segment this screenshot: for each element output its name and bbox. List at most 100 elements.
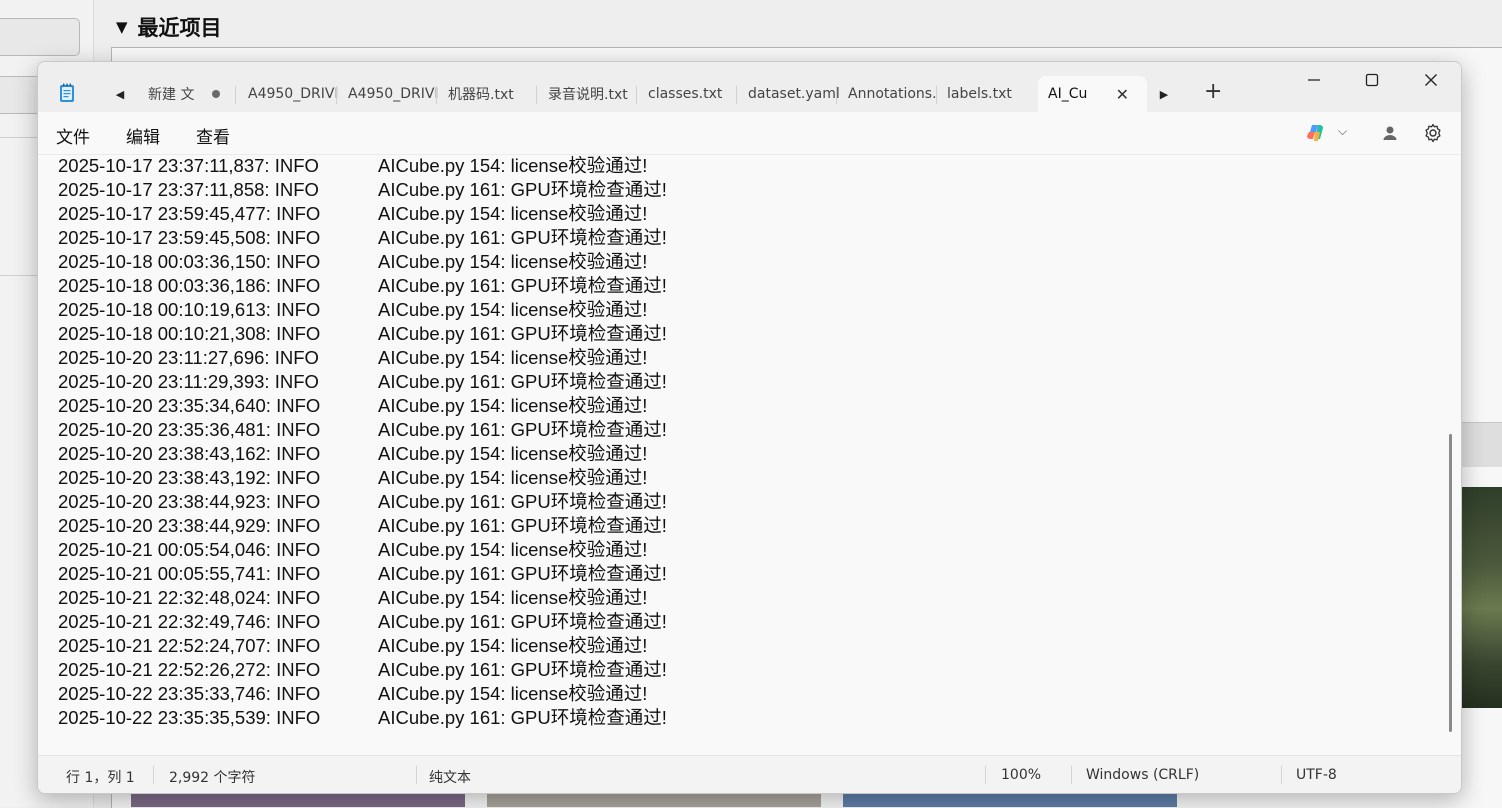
background-thumbnail[interactable]	[487, 792, 821, 807]
log-timestamp: 2025-10-21 22:32:48,024: INFO	[58, 587, 321, 608]
tab-active[interactable]: AI_Cu ✕	[1038, 76, 1147, 112]
log-timestamp: 2025-10-22 23:35:35,539: INFO	[58, 707, 321, 728]
log-timestamp: 2025-10-20 23:35:36,481: INFO	[58, 419, 321, 440]
tab-label: 新建 文	[148, 87, 195, 103]
background-photo-thumbnail[interactable]	[1461, 487, 1502, 708]
log-timestamp: 2025-10-21 00:05:54,046: INFO	[58, 539, 321, 560]
add-tab-button[interactable]: +	[1204, 79, 1222, 104]
tab-separator	[235, 86, 236, 104]
log-message: AICube.py 161: GPU环境检查通过!	[378, 563, 667, 584]
maximize-icon	[1365, 73, 1379, 87]
text-format[interactable]: 纯文本	[429, 767, 471, 787]
log-timestamp: 2025-10-20 23:38:43,192: INFO	[58, 467, 321, 488]
log-message: AICube.py 154: license校验通过!	[378, 467, 648, 488]
tab-separator	[836, 86, 837, 104]
title-bar: ◀ 新建 文 A4950_DRIVI A4950_DRIVI 机器码.txt 录…	[38, 62, 1461, 112]
tab-label: A4950_DRIVI	[348, 86, 439, 102]
recent-projects-title: 最近项目	[137, 16, 222, 40]
tab-separator	[736, 86, 737, 104]
log-timestamp: 2025-10-17 23:37:11,837: INFO	[58, 155, 319, 176]
tab[interactable]: classes.txt	[638, 76, 744, 112]
chevron-left-icon[interactable]: ◀	[106, 82, 134, 106]
close-tab-icon[interactable]: ✕	[1116, 85, 1129, 104]
log-timestamp: 2025-10-17 23:37:11,858: INFO	[58, 179, 319, 200]
background-button[interactable]	[0, 18, 80, 56]
chevron-down-icon[interactable]: ⌵	[1338, 124, 1347, 139]
tab-label: classes.txt	[648, 86, 723, 102]
log-timestamp: 2025-10-20 23:35:34,640: INFO	[58, 395, 321, 416]
gear-icon[interactable]	[1423, 123, 1443, 143]
zoom-level[interactable]: 100%	[1001, 767, 1041, 783]
tab-separator	[536, 86, 537, 104]
tab-label: 机器码.txt	[448, 87, 514, 103]
log-timestamp: 2025-10-18 00:03:36,150: INFO	[58, 251, 321, 272]
status-separator	[1071, 766, 1072, 784]
log-message: AICube.py 154: license校验通过!	[378, 299, 648, 320]
log-message: AICube.py 154: license校验通过!	[378, 395, 648, 416]
menu-edit[interactable]: 编辑	[126, 123, 160, 148]
log-message: AICube.py 161: GPU环境检查通过!	[378, 419, 667, 440]
log-message: AICube.py 161: GPU环境检查通过!	[378, 275, 667, 296]
status-bar: 行 1，列 1 2,992 个字符 纯文本 100% Windows (CRLF…	[38, 755, 1461, 793]
recent-projects-header[interactable]: ▼ 最近项目	[116, 10, 222, 44]
log-message: AICube.py 154: license校验通过!	[378, 635, 648, 656]
tab[interactable]: 机器码.txt	[438, 76, 544, 112]
log-timestamp: 2025-10-21 22:52:26,272: INFO	[58, 659, 321, 680]
log-message: AICube.py 154: license校验通过!	[378, 347, 648, 368]
status-separator	[153, 766, 154, 784]
tab-label: AI_Cu	[1048, 86, 1088, 102]
log-timestamp: 2025-10-20 23:11:29,393: INFO	[58, 371, 319, 392]
tab[interactable]: dataset.yaml	[738, 76, 844, 112]
log-message: AICube.py 161: GPU环境检查通过!	[378, 659, 667, 680]
log-timestamp: 2025-10-18 00:03:36,186: INFO	[58, 275, 321, 296]
status-separator	[1281, 766, 1282, 784]
character-count: 2,992 个字符	[169, 770, 256, 786]
notepad-window: ◀ 新建 文 A4950_DRIVI A4950_DRIVI 机器码.txt 录…	[37, 61, 1462, 794]
background-thumbnail[interactable]	[843, 792, 1177, 807]
tab[interactable]: A4950_DRIVI	[238, 76, 344, 112]
tab[interactable]: A4950_DRIVI	[338, 76, 444, 112]
maximize-button[interactable]	[1343, 62, 1401, 98]
tab-separator	[436, 86, 437, 104]
log-message: AICube.py 154: license校验通过!	[378, 251, 648, 272]
minimize-button[interactable]	[1285, 62, 1343, 98]
cursor-position: 行 1，列 1	[66, 770, 135, 786]
chevron-right-icon[interactable]: ▶	[1150, 82, 1178, 106]
encoding[interactable]: UTF-8	[1296, 767, 1337, 783]
text-editor[interactable]: 2025-10-17 23:37:11,837: INFO AICube.py 1…	[38, 155, 1443, 755]
tab-label: 录音说明.txt	[548, 87, 628, 103]
menu-file[interactable]: 文件	[56, 123, 90, 148]
log-timestamp: 2025-10-20 23:11:27,696: INFO	[58, 347, 319, 368]
tab-label: Annotations.	[848, 86, 937, 102]
log-timestamp: 2025-10-21 22:32:49,746: INFO	[58, 611, 321, 632]
close-icon	[1425, 74, 1437, 86]
background-thumbnail[interactable]	[131, 792, 465, 807]
log-message: AICube.py 161: GPU环境检查通过!	[378, 323, 667, 344]
tab[interactable]: 新建 文	[138, 76, 238, 112]
status-separator	[985, 766, 986, 784]
minimize-icon	[1308, 79, 1320, 81]
notepad-icon	[60, 83, 74, 102]
tab[interactable]: labels.txt	[937, 76, 1043, 112]
user-icon[interactable]	[1381, 124, 1399, 142]
tab-separator	[636, 86, 637, 104]
vertical-scrollbar[interactable]	[1448, 157, 1456, 757]
log-message: AICube.py 161: GPU环境检查通过!	[378, 179, 667, 200]
plus-icon: +	[1204, 79, 1223, 104]
menu-view[interactable]: 查看	[196, 123, 230, 148]
log-message: AICube.py 161: GPU环境检查通过!	[378, 227, 667, 248]
copilot-icon[interactable]	[1306, 123, 1326, 143]
log-message: AICube.py 154: license校验通过!	[378, 155, 648, 176]
scrollbar-thumb[interactable]	[1449, 434, 1452, 732]
menu-bar: 文件 编辑 查看	[38, 112, 1461, 155]
log-message: AICube.py 161: GPU环境检查通过!	[378, 707, 667, 728]
log-timestamp: 2025-10-20 23:38:44,929: INFO	[58, 515, 321, 536]
log-timestamp: 2025-10-20 23:38:43,162: INFO	[58, 443, 321, 464]
log-timestamp: 2025-10-18 00:10:21,308: INFO	[58, 323, 321, 344]
tab[interactable]: 录音说明.txt	[538, 76, 644, 112]
line-ending[interactable]: Windows (CRLF)	[1086, 767, 1199, 783]
log-message: AICube.py 154: license校验通过!	[378, 683, 648, 704]
close-window-button[interactable]	[1402, 62, 1460, 98]
tab[interactable]: Annotations.	[838, 76, 944, 112]
log-message: AICube.py 154: license校验通过!	[378, 443, 648, 464]
